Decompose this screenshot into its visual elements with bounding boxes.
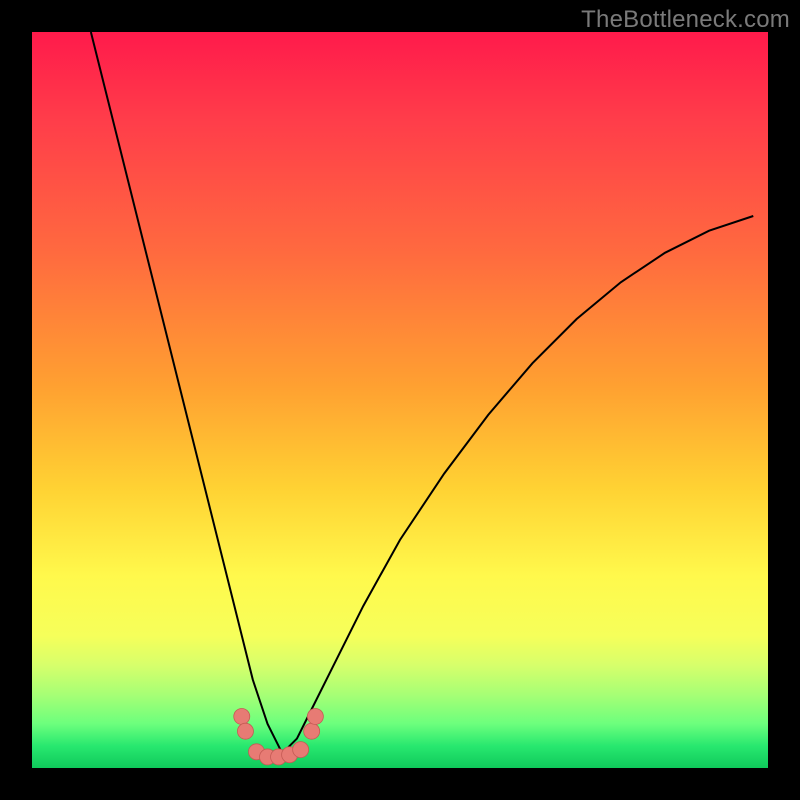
- curve-left-branch: [91, 32, 282, 753]
- curve-right-branch: [282, 216, 753, 753]
- chart-frame: TheBottleneck.com: [0, 0, 800, 800]
- bottleneck-marker: [234, 708, 250, 724]
- chart-svg: [32, 32, 768, 768]
- bottleneck-marker: [307, 708, 323, 724]
- bottleneck-marker: [304, 723, 320, 739]
- watermark-text: TheBottleneck.com: [581, 6, 790, 34]
- bottleneck-marker: [237, 723, 253, 739]
- plot-area: [32, 32, 768, 768]
- bottleneck-markers: [234, 708, 324, 764]
- bottleneck-marker: [293, 742, 309, 758]
